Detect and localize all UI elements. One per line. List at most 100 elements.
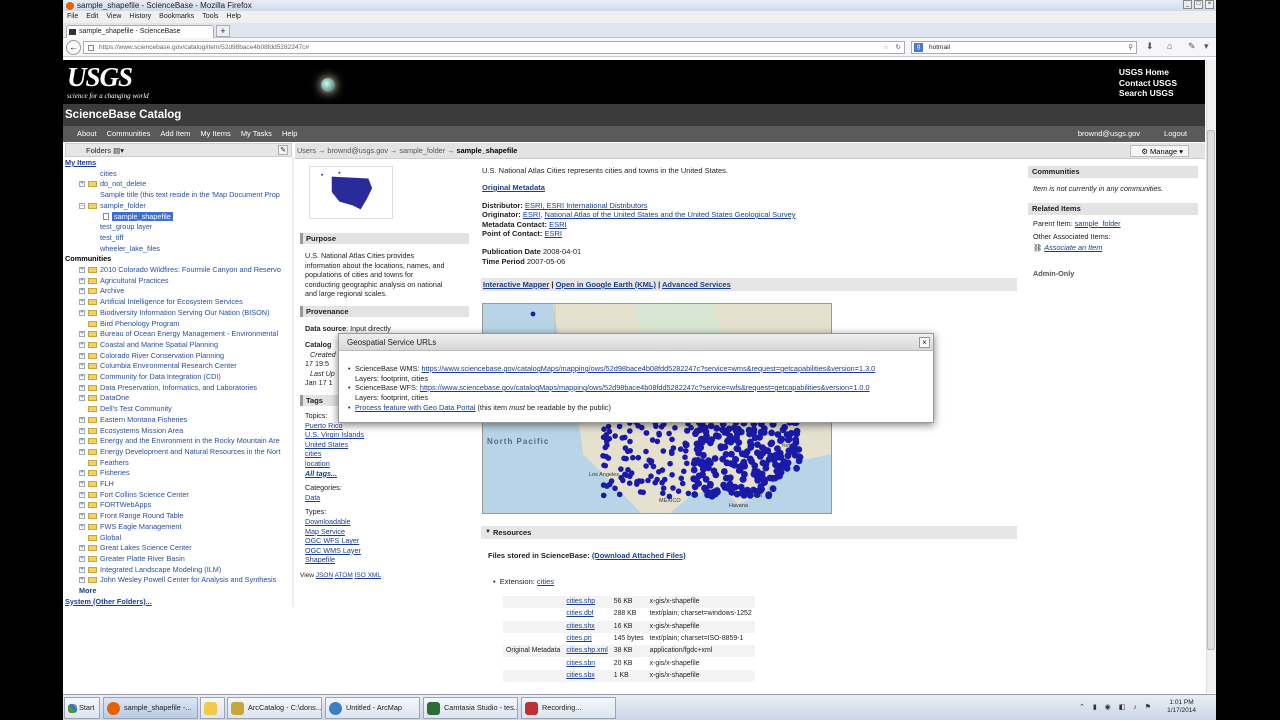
nav-help[interactable]: Help [282, 126, 297, 142]
community-item[interactable]: + Front Range Round Table [79, 511, 183, 521]
expand-icon[interactable]: + [79, 502, 85, 509]
resources-header[interactable]: ▼ Resources [481, 526, 1017, 539]
nav-my-tasks[interactable]: My Tasks [241, 126, 272, 142]
topic-tag[interactable]: cities [305, 449, 381, 459]
expand-icon[interactable]: + [79, 309, 85, 316]
taskbar-recording[interactable]: Recording... [521, 697, 616, 719]
expand-icon[interactable]: + [79, 577, 85, 584]
community-item[interactable]: + Agricultural Practices [79, 276, 169, 286]
dialog-close-button[interactable]: × [919, 337, 930, 348]
expand-icon[interactable]: + [79, 427, 85, 434]
community-item[interactable]: + Biodiversity Information Serving Our Na… [79, 308, 270, 318]
community-item[interactable]: + Great Lakes Science Center [79, 543, 192, 553]
expand-icon[interactable]: + [79, 395, 85, 402]
download-attached-files-link[interactable]: (Download Attached Files) [592, 551, 686, 560]
menu-bookmarks[interactable]: Bookmarks [159, 11, 194, 23]
expand-icon[interactable]: + [79, 277, 85, 284]
community-item[interactable]: + Archive [79, 286, 124, 296]
menu-tools[interactable]: Tools [202, 11, 218, 23]
expand-icon[interactable]: + [79, 352, 85, 359]
expand-icon[interactable]: + [79, 341, 85, 348]
expand-icon[interactable]: + [79, 438, 85, 445]
file-name-link[interactable]: cities.prj [563, 633, 610, 645]
menu-view[interactable]: View [106, 11, 121, 23]
file-name-link[interactable]: cities.shp.xml [563, 645, 611, 658]
file-name-link[interactable]: cities.dbf [563, 608, 610, 620]
bookmark-star-icon[interactable]: ☆ [883, 42, 889, 54]
nav-my-items[interactable]: My Items [200, 126, 230, 142]
community-item[interactable]: + Integrated Landscape Modeling (ILM) [79, 565, 221, 575]
browser-tab[interactable]: sample_shapefile - ScienceBase [66, 25, 214, 38]
page-scrollbar[interactable] [1206, 60, 1216, 693]
community-item[interactable]: + Colorado River Conservation Planning [79, 351, 224, 361]
scrollbar-thumb[interactable] [1207, 130, 1215, 650]
item-thumbnail[interactable] [309, 166, 393, 219]
new-tab-button[interactable]: + [216, 25, 230, 37]
expand-icon[interactable]: + [79, 470, 85, 477]
geo-data-portal-link[interactable]: Process feature with Geo Data Portal [355, 403, 475, 412]
community-item[interactable]: Global [79, 533, 121, 543]
community-item[interactable]: +2010 Colorado Wildfires: Fourmile Canyo… [79, 265, 281, 275]
taskbar-camtasia[interactable]: Camtasia Studio - tes... [423, 697, 518, 719]
parent-item-link[interactable]: sample_folder [1075, 219, 1121, 228]
back-button[interactable]: ← [66, 40, 81, 55]
addon-icon[interactable]: ✎ [1188, 41, 1196, 52]
tree-item[interactable]: + do_not_delete [79, 179, 146, 189]
expand-icon[interactable]: + [79, 181, 85, 188]
wfs-url-link[interactable]: https://www.sciencebase.gov/catalogMaps/… [420, 383, 870, 392]
expand-icon[interactable]: + [79, 384, 85, 391]
expand-icon[interactable]: + [79, 491, 85, 498]
community-item[interactable]: + FWS Eagle Management [79, 522, 182, 532]
taskbar-firefox[interactable]: sample_shapefile -... [103, 697, 198, 719]
expand-icon[interactable]: + [79, 481, 85, 488]
community-item[interactable]: Dell's Test Community [79, 404, 172, 414]
community-item[interactable]: + Data Preservation, Informatics, and Lab… [79, 383, 257, 393]
home-icon[interactable]: ⌂ [1167, 41, 1172, 51]
reload-icon[interactable]: ↻ [896, 42, 901, 54]
logout-link[interactable]: Logout [1164, 126, 1187, 142]
clock[interactable]: 1:01 PM 1/17/2014 [1167, 699, 1196, 715]
extension-link[interactable]: cities [537, 577, 554, 586]
file-name-link[interactable]: cities.sbn [563, 657, 610, 669]
expand-icon[interactable]: + [79, 545, 85, 552]
usgs-logo[interactable]: USGS [67, 64, 133, 91]
more-link[interactable]: More [79, 586, 96, 596]
community-item[interactable]: + Eastern Montana Fisheries [79, 415, 187, 425]
associate-item-link[interactable]: Associate an Item [1044, 243, 1102, 252]
community-item[interactable]: + Energy and the Environment in the Rocky… [79, 436, 280, 446]
topic-tag[interactable]: United States [305, 440, 381, 450]
menu-history[interactable]: History [129, 11, 151, 23]
my-items-heading[interactable]: My Items [65, 158, 96, 168]
download-icon[interactable]: ⬇ [1146, 41, 1154, 52]
crumb-users[interactable]: Users [297, 146, 316, 155]
dialog-title[interactable]: Geospatial Service URLs [339, 334, 933, 351]
expand-icon[interactable]: + [79, 288, 85, 295]
system-folders-link[interactable]: System (Other Folders)... [65, 597, 152, 607]
type-tag[interactable]: OGC WMS Layer [305, 546, 381, 556]
community-item[interactable]: Bird Phenology Program [79, 319, 180, 329]
topic-tag[interactable]: location [305, 459, 381, 469]
crumb-user[interactable]: brownd@usgs.gov [327, 146, 388, 155]
contact-usgs-link[interactable]: Contact USGS [1119, 78, 1177, 89]
advanced-services-link[interactable]: Advanced Services [662, 280, 731, 289]
original-metadata-link[interactable]: Original Metadata [482, 183, 545, 193]
community-item[interactable]: + Community for Data Integration (CDI) [79, 372, 221, 382]
expand-icon[interactable]: + [79, 416, 85, 423]
community-item[interactable]: + Greater Platte River Basin [79, 554, 185, 564]
tree-item[interactable]: Sample title (this text reside in the 'M… [100, 190, 280, 200]
type-tag[interactable]: Shapefile [305, 555, 381, 565]
community-item[interactable]: + Energy Development and Natural Resource… [79, 447, 281, 457]
expand-icon[interactable]: + [79, 331, 85, 338]
file-name-link[interactable]: cities.sbx [563, 669, 611, 683]
file-name-link[interactable]: cities.shp [563, 596, 611, 609]
topic-tag[interactable]: U.S. Virgin Islands [305, 430, 381, 440]
community-item[interactable]: + Artificial Intelligence for Ecosystem S… [79, 297, 243, 307]
community-item[interactable]: + Fisheries [79, 468, 130, 478]
close-button[interactable]: × [1205, 0, 1214, 9]
community-item[interactable]: + Bureau of Ocean Energy Management - Env… [79, 329, 278, 339]
tree-item[interactable]: test_group layer [100, 222, 152, 232]
nav-about[interactable]: About [77, 126, 97, 142]
tree-item[interactable]: sample_shapefile [100, 211, 173, 222]
tree-item[interactable]: test_tiff [100, 233, 123, 243]
poc-link[interactable]: ESRI [545, 229, 563, 238]
